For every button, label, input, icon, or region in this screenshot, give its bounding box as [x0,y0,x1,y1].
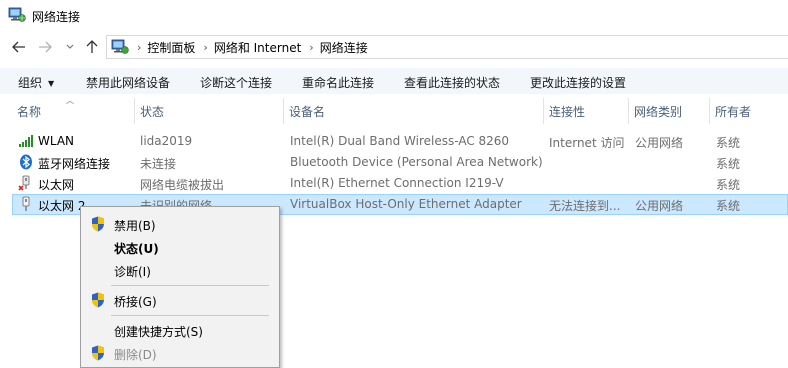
connection-status: lida2019 [140,134,193,148]
change-settings-button[interactable]: 更改此连接的设置 [530,74,626,91]
menu-item-label: 诊断(I) [114,265,151,279]
uac-shield-icon [92,292,104,308]
menu-item-label: 状态(U) [114,242,159,256]
connection-device: VirtualBox Host-Only Ethernet Adapter [290,197,522,211]
menu-item-label: 桥接(G) [114,295,157,309]
up-button[interactable] [82,37,102,57]
forward-arrow-icon [39,41,52,53]
breadcrumb-network-connections[interactable]: 网络连接 [320,39,368,56]
connection-device: Bluetooth Device (Personal Area Network) [290,155,543,169]
connection-device: Intel(R) Ethernet Connection I219-V [290,176,504,190]
bluetooth-icon [20,154,32,170]
forward-button[interactable] [35,37,55,57]
connection-row-bluetooth[interactable]: 蓝牙网络连接 未连接 Bluetooth Device (Personal Ar… [14,152,788,173]
connection-status: 网络电缆被拔出 [140,178,225,192]
context-menu: 禁用(B) 状态(U) 诊断(I) 桥接(G) 创建快捷方式(S) 删除(D) [80,206,280,368]
diagnose-button[interactable]: 诊断这个连接 [200,74,272,91]
connection-name: 蓝牙网络连接 [38,157,111,171]
menu-item-bridge[interactable]: 桥接(G) [81,289,279,311]
disable-device-button[interactable]: 禁用此网络设备 [86,74,170,91]
column-connectivity[interactable]: 连接性 [544,98,628,124]
connection-device: Intel(R) Dual Band Wireless-AC 8260 [290,134,510,148]
uac-shield-icon [92,345,104,361]
chevron-right-icon[interactable]: › [309,41,313,54]
back-button[interactable] [8,37,30,57]
recent-locations-icon [66,44,74,49]
menu-separator [111,285,269,286]
connection-category: 公用网络 [635,199,684,213]
title-bar: 网络连接 [0,0,788,32]
network-connections-icon [111,39,129,54]
breadcrumb-control-panel[interactable]: 控制面板 [147,39,195,56]
ethernet-disconnected-icon [18,175,30,191]
menu-item-label: 禁用(B) [114,219,156,233]
uac-shield-icon [92,216,104,232]
command-bar: 组织 ▼ 禁用此网络设备 诊断这个连接 重命名此连接 查看此连接的状态 更改此连接… [0,68,788,94]
connection-connectivity: Internet 访问 [549,136,625,150]
menu-item-label: 删除(D) [114,348,157,362]
connection-row-ethernet[interactable]: 以太网 网络电缆被拔出 Intel(R) Ethernet Connection… [14,173,788,194]
menu-item-status[interactable]: 状态(U) [81,236,279,258]
connection-status: 未连接 [140,157,177,171]
recent-locations-button[interactable] [62,37,78,57]
connection-name: WLAN [38,134,75,148]
column-owner[interactable]: 所有者 [710,98,788,124]
connection-owner: 系统 [716,157,741,171]
organize-label: 组织 [18,76,43,90]
connection-category: 公用网络 [635,136,684,150]
wifi-signal-icon [19,135,33,147]
connection-connectivity: 无法连接到... [549,199,621,213]
column-name[interactable]: 名称 [12,98,134,124]
connection-name: 以太网 [38,178,75,192]
menu-separator [111,315,269,316]
network-connections-icon [8,7,26,22]
menu-item-create-shortcut[interactable]: 创建快捷方式(S) [81,319,279,341]
rename-button[interactable]: 重命名此连接 [302,74,374,91]
connection-row-wlan[interactable]: WLAN lida2019 Intel(R) Dual Band Wireles… [14,131,788,152]
column-status[interactable]: 状态 [135,98,283,124]
column-device[interactable]: 设备名 [284,98,543,124]
menu-item-delete[interactable]: 删除(D) [81,342,279,364]
up-arrow-icon [86,40,98,53]
menu-item-disable[interactable]: 禁用(B) [81,213,279,235]
chevron-right-icon[interactable]: › [203,41,207,54]
view-status-button[interactable]: 查看此连接的状态 [404,74,500,91]
connection-owner: 系统 [716,199,741,213]
caret-down-icon: ▼ [48,79,55,88]
chevron-right-icon[interactable]: › [137,41,141,54]
column-category[interactable]: 网络类别 [629,98,709,124]
address-bar[interactable]: › 控制面板 › 网络和 Internet › 网络连接 [106,35,788,59]
organize-menu[interactable]: 组织 ▼ [18,74,54,91]
menu-item-diagnose[interactable]: 诊断(I) [81,259,279,281]
back-arrow-icon [12,41,25,53]
navigation-bar: › 控制面板 › 网络和 Internet › 网络连接 [0,34,788,60]
connection-owner: 系统 [716,136,741,150]
connection-owner: 系统 [716,178,741,192]
breadcrumb-network-internet[interactable]: 网络和 Internet [214,39,301,56]
menu-item-label: 创建快捷方式(S) [114,325,203,339]
window-title: 网络连接 [32,10,81,24]
connection-name: 以太网 2 [38,199,86,213]
column-header: 名称 状态 设备名 连接性 网络类别 所有者 [0,98,788,124]
ethernet-icon [22,196,30,211]
